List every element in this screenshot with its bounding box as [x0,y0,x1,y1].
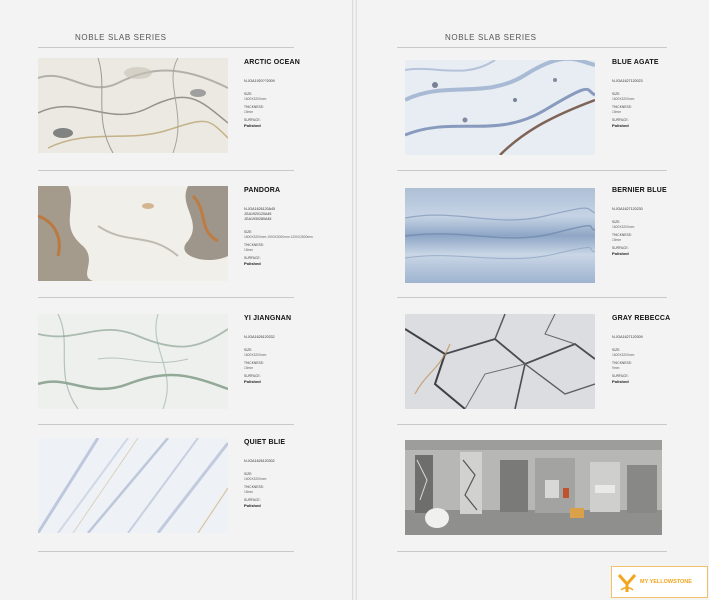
surface-value: Polished [612,379,629,384]
slab-image-quiet-blie [38,438,228,533]
surface-value: Polished [244,261,261,266]
divider [397,170,667,171]
thickness-label: THICKNESS: [612,361,632,365]
thickness-value: 15mm [244,248,254,252]
divider [397,47,667,48]
product-name: YI JIANGNAN [244,315,292,322]
surface-value: Polished [244,123,261,128]
thickness-value: 15mm [244,490,254,494]
size-label: SIZE: [244,92,253,96]
surface-label: SURFACE: [244,498,261,502]
size-value: 1600X3200mm [612,225,635,229]
surface-label: SURFACE: [244,374,261,378]
product-info-pandora: PANDORA N.JGA1626120A45 JGA1920120A45 JG… [244,187,339,266]
slab-image-arctic-ocean [38,58,228,153]
slab-image-blue-agate [405,60,595,155]
thickness-label: THICKNESS: [244,243,264,247]
surface-label: SURFACE: [612,246,629,250]
product-name: PANDORA [244,187,281,194]
product-code: N.JOA1920??2009 [244,79,275,83]
brand-logo: MY YELLOWSTONE [611,566,708,598]
surface-label: SURFACE: [612,374,629,378]
size-value: 1600X3200mm [244,353,267,357]
size-label: SIZE: [612,92,621,96]
size-value: 1600X3200mm [244,97,267,101]
thickness-label: THICKNESS: [244,485,264,489]
slab-image-yi-jiangnan [38,314,228,409]
size-label: SIZE: [612,220,621,224]
product-name: GRAY REBECCA [612,315,671,322]
divider [397,551,667,552]
size-value: 1600X3200mm [612,97,635,101]
product-code: N.JGA1627120309 [612,335,643,339]
surface-value: Polished [244,379,261,384]
size-label: SIZE: [244,472,253,476]
thickness-label: THICKNESS: [244,361,264,365]
yellowstone-logo-icon [617,574,637,592]
thickness-value: 15mm [612,238,622,242]
product-info-yi-jiangnan: YI JIANGNAN N.JGA1626120332 SIZE: 1600X3… [244,315,339,384]
size-value: 1600X3200mm 1900X3000mm 1200X2800mm [244,235,313,239]
thickness-label: THICKNESS: [244,105,264,109]
product-info-bernier-blue: BERNIER BLUE N.JGA1627120230 SIZE: 1600X… [612,187,707,256]
product-code: N.JGA1626120A45 JGA1920120A45 JGA1930280… [244,207,275,221]
surface-label: SURFACE: [244,118,261,122]
slab-image-bernier-blue [405,188,595,283]
surface-label: SURFACE: [612,118,629,122]
right-page: NOBLE SLAB SERIES BLUE AGATE N.JGA162712… [357,0,709,600]
showroom-photo [405,440,662,535]
divider [38,47,294,48]
divider [38,297,294,298]
product-info-quiet-blie: QUIET BLIE N.JGA1626120302 SIZE: 1600X32… [244,439,339,508]
product-name: BLUE AGATE [612,59,659,66]
left-page: NOBLE SLAB SERIES ARCTIC OCEAN N.JOA1920… [0,0,352,600]
thickness-value: 15mm [244,110,254,114]
product-name: ARCTIC OCEAN [244,59,301,66]
size-value: 1600X3200mm [244,477,267,481]
surface-value: Polished [612,251,629,256]
size-label: SIZE: [244,230,253,234]
thickness-value: 15mm [612,110,622,114]
product-name: QUIET BLIE [244,439,286,446]
divider [38,170,294,171]
series-title: NOBLE SLAB SERIES [75,33,167,42]
product-code: N.JGA1626120332 [244,335,275,339]
series-title: NOBLE SLAB SERIES [445,33,537,42]
slab-image-pandora [38,186,228,281]
thickness-value: 9mm [612,366,620,370]
product-info-arctic-ocean: ARCTIC OCEAN N.JOA1920??2009 SIZE: 1600X… [244,59,339,128]
divider [397,424,667,425]
product-name: BERNIER BLUE [612,187,667,194]
product-info-gray-rebecca: GRAY REBECCA N.JGA1627120309 SIZE: 1600X… [612,315,707,384]
product-info-blue-agate: BLUE AGATE N.JGA1627120023 SIZE: 1600X32… [612,59,707,128]
thickness-value: 15mm [244,366,254,370]
brand-name: MY YELLOWSTONE [640,579,692,585]
product-code: N.JGA1627120230 [612,207,643,211]
divider [397,297,667,298]
divider [38,424,294,425]
divider [38,551,294,552]
size-value: 1600X3200mm [612,353,635,357]
size-label: SIZE: [612,348,621,352]
surface-label: SURFACE: [244,256,261,260]
surface-value: Polished [612,123,629,128]
product-code: N.JGA1627120023 [612,79,643,83]
surface-value: Polished [244,503,261,508]
slab-image-gray-rebecca [405,314,595,409]
thickness-label: THICKNESS: [612,105,632,109]
product-code: N.JGA1626120302 [244,459,275,463]
thickness-label: THICKNESS: [612,233,632,237]
size-label: SIZE: [244,348,253,352]
